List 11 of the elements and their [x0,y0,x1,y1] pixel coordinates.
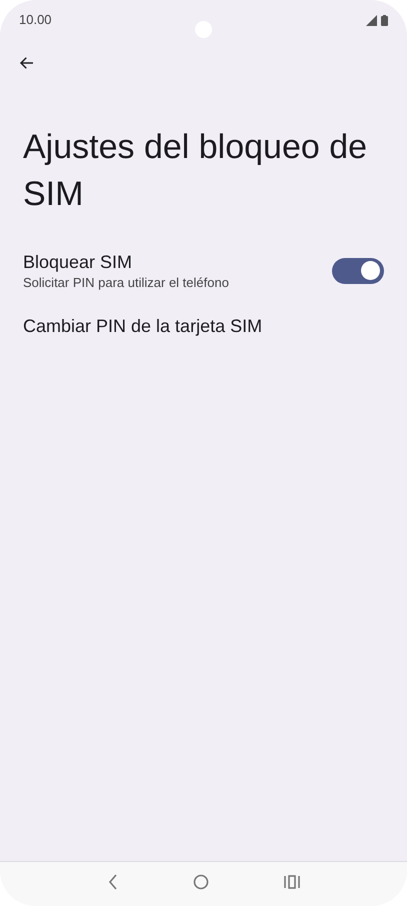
setting-label[interactable]: Cambiar PIN de la tarjeta SIM [23,316,262,336]
setting-summary: Solicitar PIN para utilizar el teléfono [23,274,229,291]
page-title: Ajustes del bloqueo de SIM [23,127,368,215]
status-time: 10.00 [19,11,52,30]
battery-icon [381,14,388,26]
toggle-switch[interactable] [332,258,384,284]
signal-icon [366,14,377,26]
home-icon[interactable] [192,874,208,890]
setting-label: Bloquear SIM [23,251,134,274]
back-icon[interactable] [108,874,118,890]
recents-icon[interactable] [284,875,300,889]
